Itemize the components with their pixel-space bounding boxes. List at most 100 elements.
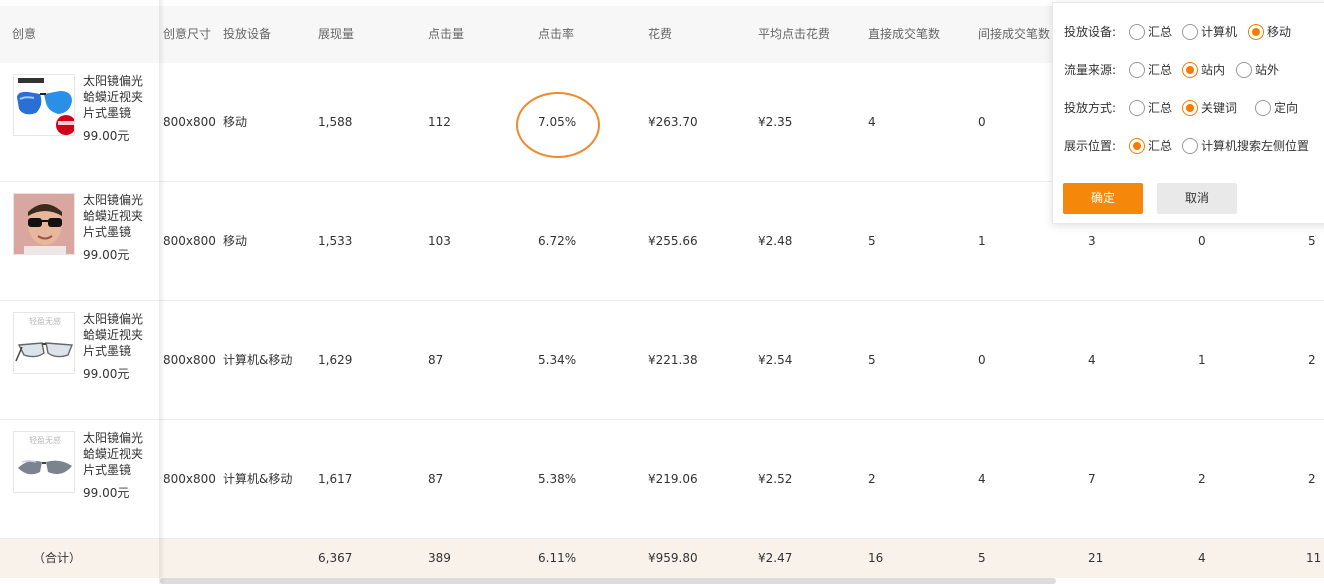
cell-device: 计算机&移动	[223, 353, 293, 367]
cell-cpc: ¥2.52	[758, 472, 793, 486]
total-col11: 21	[1088, 551, 1104, 565]
radio-icon[interactable]	[1129, 24, 1145, 40]
header-cost: 花费	[648, 27, 673, 41]
cell-cost: ¥263.70	[648, 115, 698, 129]
filter-label-device: 投放设备:	[1064, 25, 1117, 39]
header-ctr: 点击率	[538, 27, 575, 41]
total-label-cell: （合计）	[0, 539, 159, 578]
table-row: 800x800 计算机&移动 1,617 87 5.38% ¥219.06 ¥2…	[0, 420, 1324, 539]
sunglasses-image-icon	[14, 75, 74, 135]
product-thumbnail[interactable]	[13, 193, 75, 255]
cell-cpc: ¥2.35	[758, 115, 793, 129]
creative-item[interactable]: 轻盈无感 太阳镜偏光蛤蟆近视夹片式墨镜 99.00元	[0, 420, 159, 539]
radio-icon[interactable]	[1236, 62, 1252, 78]
cell-ctr: 5.34%	[538, 353, 577, 367]
cell-cpc: ¥2.54	[758, 353, 793, 367]
highlight-circle	[516, 92, 600, 158]
creative-item[interactable]: 太阳镜偏光蛤蟆近视夹片式墨镜 99.00元	[0, 63, 159, 182]
cell-indirect-orders: 4	[978, 472, 986, 486]
clip-on-lens-image-icon: 轻盈无感	[14, 432, 74, 492]
product-name[interactable]: 太阳镜偏光蛤蟆近视夹片式墨镜	[83, 311, 149, 359]
total-cpc: ¥2.47	[758, 551, 793, 565]
cell-size: 800x800	[163, 353, 216, 367]
total-col13: 11	[1306, 551, 1322, 565]
cell-size: 800x800	[163, 234, 216, 248]
total-direct-orders: 16	[868, 551, 884, 565]
filter-popup: 投放设备: 汇总 计算机 移动 流量来源: 汇总 站内 站外 投放方式: 汇总 …	[1052, 2, 1324, 224]
header-cpc: 平均点击花费	[758, 27, 831, 41]
cell-indirect-orders: 1	[978, 234, 986, 248]
cell-cost: ¥255.66	[648, 234, 698, 248]
confirm-button[interactable]: 确定	[1063, 183, 1143, 214]
cell-ctr: 6.72%	[538, 234, 577, 248]
product-thumbnail[interactable]	[13, 74, 75, 136]
creative-item[interactable]: 太阳镜偏光蛤蟆近视夹片式墨镜 99.00元	[0, 182, 159, 301]
model-with-sunglasses-image-icon	[14, 194, 74, 254]
filter-label-position: 展示位置:	[1064, 139, 1117, 153]
frozen-column-shadow	[159, 0, 165, 584]
product-price: 99.00元	[83, 129, 130, 143]
cell-indirect-orders: 0	[978, 353, 986, 367]
total-col12: 4	[1198, 551, 1206, 565]
cell-impressions: 1,617	[318, 472, 353, 486]
frozen-creative-column: 创意 太阳镜偏光蛤蟆近视夹片式墨镜 99.00元 太阳镜偏光蛤蟆近视夹片式墨镜 …	[0, 0, 165, 584]
product-name[interactable]: 太阳镜偏光蛤蟆近视夹片式墨镜	[83, 73, 149, 121]
cell-clicks: 87	[428, 353, 444, 367]
radio-icon[interactable]	[1129, 62, 1145, 78]
header-creative-cell: 创意	[0, 6, 159, 63]
radio-selected-icon[interactable]	[1129, 138, 1145, 154]
cell-clicks: 103	[428, 234, 451, 248]
cell-impressions: 1,533	[318, 234, 353, 248]
thumb-brand-text: 轻盈无感	[29, 435, 61, 445]
product-thumbnail[interactable]: 轻盈无感	[13, 431, 75, 493]
cell-impressions: 1,629	[318, 353, 353, 367]
cell-indirect-orders: 0	[978, 115, 986, 129]
total-impressions: 6,367	[318, 551, 353, 565]
radio-selected-icon[interactable]	[1182, 62, 1198, 78]
cell-device: 计算机&移动	[223, 472, 293, 486]
radio-icon[interactable]	[1182, 24, 1198, 40]
product-name[interactable]: 太阳镜偏光蛤蟆近视夹片式墨镜	[83, 192, 149, 240]
radio-selected-icon[interactable]	[1182, 100, 1198, 116]
cell-cost: ¥219.06	[648, 472, 698, 486]
horizontal-scrollbar[interactable]	[160, 578, 1056, 584]
product-name[interactable]: 太阳镜偏光蛤蟆近视夹片式墨镜	[83, 430, 149, 478]
cancel-button[interactable]: 取消	[1157, 183, 1237, 214]
total-row: 6,367 389 6.11% ¥959.80 ¥2.47 16 5 21 4 …	[0, 539, 1324, 578]
radio-icon[interactable]	[1255, 100, 1271, 116]
product-price: 99.00元	[83, 367, 130, 381]
cell-col11: 7	[1088, 472, 1096, 486]
cell-col11: 4	[1088, 353, 1096, 367]
header-direct-orders: 直接成交笔数	[868, 27, 941, 41]
total-ctr: 6.11%	[538, 551, 577, 565]
clip-on-glasses-image-icon: 轻盈无感	[14, 313, 74, 373]
cell-col12: 1	[1198, 353, 1206, 367]
product-price: 99.00元	[83, 248, 130, 262]
cell-clicks: 87	[428, 472, 444, 486]
cell-cpc: ¥2.48	[758, 234, 793, 248]
cell-size: 800x800	[163, 472, 216, 486]
cell-device: 移动	[223, 234, 248, 248]
cell-direct-orders: 4	[868, 115, 876, 129]
table-row: 800x800 计算机&移动 1,629 87 5.34% ¥221.38 ¥2…	[0, 301, 1324, 420]
radio-icon[interactable]	[1129, 100, 1145, 116]
header-indirect-orders: 间接成交笔数	[978, 27, 1051, 41]
radio-icon[interactable]	[1182, 138, 1198, 154]
total-indirect-orders: 5	[978, 551, 986, 565]
total-cost: ¥959.80	[648, 551, 698, 565]
cell-device: 移动	[223, 115, 248, 129]
cell-impressions: 1,588	[318, 115, 353, 129]
radio-selected-icon[interactable]	[1248, 24, 1264, 40]
header-impressions: 展现量	[318, 27, 355, 41]
header-size: 创意尺寸	[163, 27, 212, 41]
filter-label-traffic: 流量来源:	[1064, 63, 1117, 77]
creative-item[interactable]: 轻盈无感 太阳镜偏光蛤蟆近视夹片式墨镜 99.00元	[0, 301, 159, 420]
cell-col12: 2	[1198, 472, 1206, 486]
total-clicks: 389	[428, 551, 451, 565]
cell-direct-orders: 5	[868, 353, 876, 367]
product-price: 99.00元	[83, 486, 130, 500]
cell-col13: 2	[1308, 353, 1316, 367]
cell-ctr: 5.38%	[538, 472, 577, 486]
cell-clicks: 112	[428, 115, 451, 129]
product-thumbnail[interactable]: 轻盈无感	[13, 312, 75, 374]
